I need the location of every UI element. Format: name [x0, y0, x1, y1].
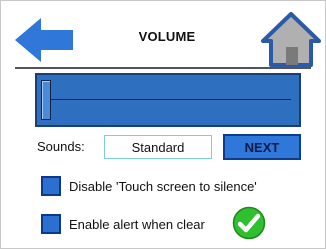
next-button-label: NEXT — [244, 139, 280, 155]
disable-touch-silence-checkbox[interactable] — [41, 176, 61, 196]
sounds-label: Sounds: — [37, 139, 85, 154]
slider-track — [51, 99, 291, 100]
sounds-value-text: Standard — [131, 139, 185, 155]
disable-touch-silence-label: Disable 'Touch screen to silence' — [69, 178, 257, 194]
volume-slider[interactable] — [35, 73, 301, 127]
enable-alert-label: Enable alert when clear — [69, 216, 205, 232]
check-circle-icon — [232, 206, 266, 240]
back-arrow-icon[interactable] — [15, 16, 73, 64]
sounds-value: Standard — [104, 135, 212, 159]
home-icon[interactable] — [261, 11, 321, 67]
enable-alert-checkbox[interactable] — [41, 214, 61, 234]
enable-alert-option[interactable]: Enable alert when clear — [41, 211, 205, 237]
header-divider — [15, 67, 311, 69]
disable-touch-silence-option[interactable]: Disable 'Touch screen to silence' — [41, 173, 257, 199]
page-title: VOLUME — [138, 29, 196, 44]
volume-screen: VOLUME Sounds: Standard NEXT Disable 'To… — [0, 0, 326, 249]
next-button[interactable]: NEXT — [223, 134, 301, 160]
slider-thumb[interactable] — [41, 80, 51, 120]
